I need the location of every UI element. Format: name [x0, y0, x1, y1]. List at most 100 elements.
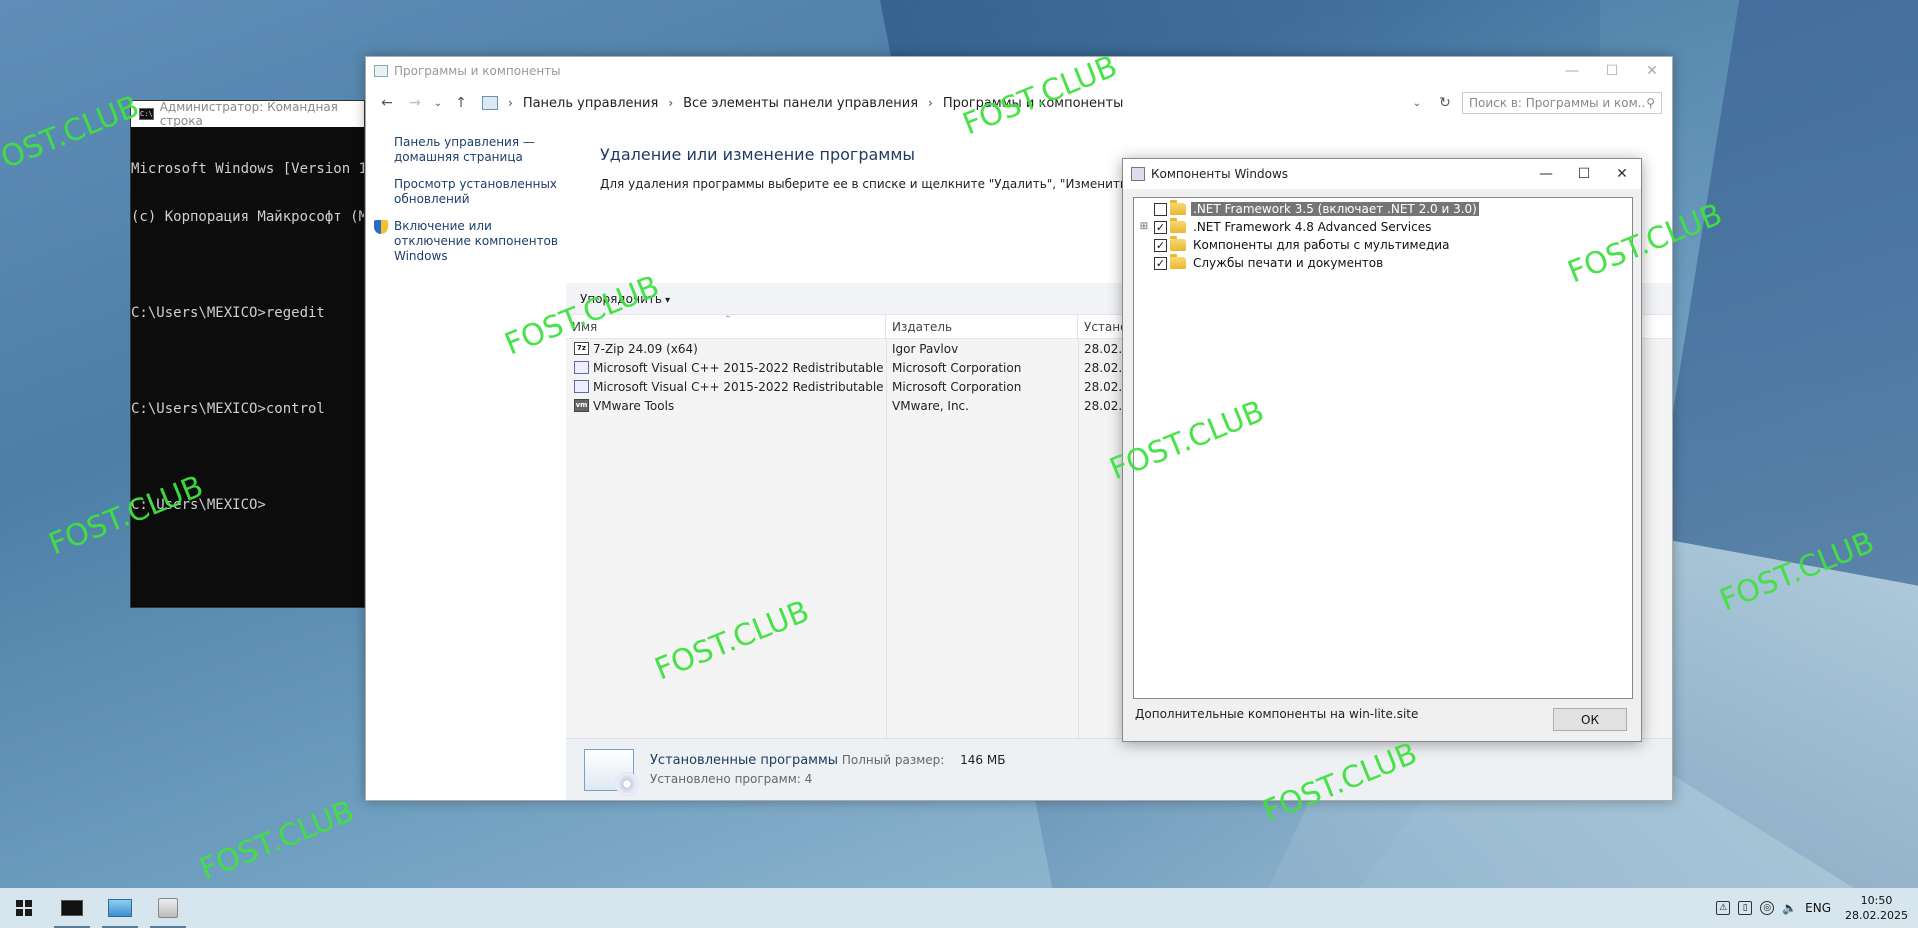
feature-item[interactable]: ⊞ ✓ .NET Framework 4.8 Advanced Services	[1134, 218, 1632, 236]
clock-date: 28.02.2025	[1845, 909, 1908, 922]
status-count: Установлено программ: 4	[650, 772, 813, 786]
cmd-line: C:\Users\MEXICO>	[131, 497, 266, 513]
sidebar-updates-link[interactable]: Просмотр установленных обновлений	[366, 177, 566, 207]
taskbar: ⚠ ▯ ◎ 🔈 ENG 10:50 28.02.2025	[0, 888, 1918, 928]
system-tray: ⚠ ▯ ◎ 🔈 ENG 10:50 28.02.2025	[1716, 893, 1918, 923]
search-placeholder: Поиск в: Программы и ком...	[1469, 96, 1647, 110]
up-button[interactable]: ↑	[450, 92, 472, 114]
language-indicator[interactable]: ENG	[1805, 901, 1831, 915]
chevron-right-icon[interactable]: ›	[508, 96, 513, 110]
program-publisher: Microsoft Corporation	[892, 379, 1022, 394]
windows-features-dialog[interactable]: Компоненты Windows — ☐ ✕ .NET Framework …	[1122, 158, 1642, 742]
back-button[interactable]: ←	[376, 92, 398, 114]
feature-item[interactable]: ✓ Компоненты для работы с мультимедиа	[1134, 236, 1632, 254]
close-button[interactable]: ✕	[1603, 160, 1641, 188]
dialog-titlebar[interactable]: Компоненты Windows — ☐ ✕	[1123, 159, 1641, 189]
refresh-icon[interactable]: ↻	[1434, 92, 1456, 114]
windows-features-icon	[1131, 167, 1145, 181]
vmware-icon: vm	[574, 399, 589, 412]
cmd-output[interactable]: Microsoft Windows [Version 10 (c) Корпор…	[131, 127, 364, 545]
volume-icon[interactable]: 🔈	[1782, 901, 1797, 915]
expander-placeholder	[1138, 239, 1150, 251]
chevron-right-icon[interactable]: ›	[668, 96, 673, 110]
usb-icon[interactable]: ▯	[1738, 901, 1753, 915]
recent-locations-button[interactable]: ⌄	[432, 92, 444, 114]
installed-programs-icon	[584, 748, 639, 796]
features-tree[interactable]: .NET Framework 3.5 (включает .NET 2.0 и …	[1133, 197, 1633, 699]
cmd-title: Администратор: Командная строка	[159, 100, 338, 128]
program-name: Microsoft Visual C++ 2015-2022 Redistrib…	[593, 360, 886, 375]
minimize-button[interactable]: —	[1552, 57, 1592, 85]
sort-up-icon: ⌃	[724, 315, 732, 325]
sidebar-features-label: Включение или отключение компонентов Win…	[394, 219, 558, 263]
installer-icon	[574, 380, 589, 393]
feature-item[interactable]: .NET Framework 3.5 (включает .NET 2.0 и …	[1134, 200, 1632, 218]
search-icon[interactable]: ⚲	[1646, 96, 1655, 110]
column-name-label: Имя	[572, 320, 598, 334]
programs-titlebar[interactable]: Программы и компоненты — ☐ ✕	[366, 57, 1672, 85]
maximize-button[interactable]: ☐	[1565, 160, 1603, 188]
column-name[interactable]: ⌃ Имя	[566, 315, 886, 338]
feature-checkbox[interactable]: ✓	[1154, 220, 1167, 234]
folder-icon	[1170, 200, 1186, 215]
windows-logo-icon	[16, 900, 32, 916]
folder-icon	[1170, 218, 1186, 233]
cmd-window[interactable]: C:\ Администратор: Командная строка Micr…	[130, 100, 365, 608]
clock[interactable]: 10:50 28.02.2025	[1845, 893, 1908, 923]
program-publisher: Microsoft Corporation	[892, 360, 1022, 375]
expander-placeholder	[1138, 257, 1150, 269]
feature-item[interactable]: ✓ Службы печати и документов	[1134, 254, 1632, 272]
column-publisher[interactable]: Издатель	[886, 315, 1078, 338]
program-name: 7-Zip 24.09 (x64)	[593, 341, 698, 356]
watermark: FOST.CLUB	[195, 793, 360, 888]
feature-checkbox[interactable]	[1154, 202, 1167, 216]
cmd-line: C:\Users\MEXICO>regedit	[131, 305, 325, 321]
control-panel-icon	[108, 899, 132, 917]
cmd-line	[131, 449, 364, 465]
network-icon[interactable]: ◎	[1760, 901, 1775, 915]
taskbar-cmd[interactable]	[48, 888, 96, 928]
minimize-button[interactable]: —	[1527, 160, 1565, 188]
feature-label[interactable]: .NET Framework 4.8 Advanced Services	[1191, 220, 1433, 234]
sidebar-features-link[interactable]: Включение или отключение компонентов Win…	[366, 219, 566, 264]
forward-button[interactable]: →	[404, 92, 426, 114]
dialog-title: Компоненты Windows	[1151, 167, 1289, 181]
watermark: FOST.CLUB	[0, 88, 145, 183]
start-button[interactable]	[0, 888, 48, 928]
breadcrumb[interactable]: › Панель управления › Все элементы панел…	[478, 96, 1400, 111]
organize-button[interactable]: Упорядочить	[580, 292, 670, 306]
breadcrumb-item[interactable]: Все элементы панели управления	[683, 96, 918, 111]
clock-time: 10:50	[1860, 894, 1893, 907]
status-size-label: Полный размер:	[841, 753, 945, 767]
status-size-value: 146 МБ	[960, 753, 1006, 767]
close-button[interactable]: ✕	[1632, 57, 1672, 85]
feature-checkbox[interactable]: ✓	[1154, 256, 1167, 270]
feature-checkbox[interactable]: ✓	[1154, 238, 1167, 252]
chevron-down-icon[interactable]: ⌄	[1406, 92, 1428, 114]
chevron-right-icon[interactable]: ›	[928, 96, 933, 110]
program-name: Microsoft Visual C++ 2015-2022 Redistrib…	[593, 379, 886, 394]
breadcrumb-item[interactable]: Программы и компоненты	[943, 96, 1124, 111]
sidebar-home-link[interactable]: Панель управления — домашняя страница	[366, 135, 566, 165]
cmd-titlebar[interactable]: C:\ Администратор: Командная строка	[131, 100, 364, 128]
installer-icon	[574, 361, 589, 374]
taskbar-control-panel[interactable]	[96, 888, 144, 928]
feature-label[interactable]: Компоненты для работы с мультимедиа	[1191, 238, 1451, 252]
expand-icon[interactable]: ⊞	[1138, 221, 1150, 233]
security-icon[interactable]: ⚠	[1716, 901, 1731, 915]
feature-label[interactable]: Службы печати и документов	[1191, 256, 1385, 270]
address-bar: ← → ⌄ ↑ › Панель управления › Все элемен…	[366, 85, 1672, 121]
ok-button[interactable]: ОК	[1553, 708, 1627, 731]
maximize-button[interactable]: ☐	[1592, 57, 1632, 85]
programs-title: Программы и компоненты	[394, 64, 561, 78]
sidebar: Панель управления — домашняя страница Пр…	[366, 123, 566, 264]
control-panel-icon	[374, 65, 388, 77]
status-bar: Установленные программы Полный размер: 1…	[566, 738, 1672, 800]
folder-icon	[1170, 254, 1186, 269]
taskbar-programs[interactable]	[144, 888, 192, 928]
control-panel-icon	[482, 96, 498, 110]
cmd-icon: C:\	[139, 108, 154, 120]
feature-label[interactable]: .NET Framework 3.5 (включает .NET 2.0 и …	[1191, 202, 1479, 216]
breadcrumb-item[interactable]: Панель управления	[523, 96, 659, 111]
search-input[interactable]: Поиск в: Программы и ком... ⚲	[1462, 92, 1662, 114]
